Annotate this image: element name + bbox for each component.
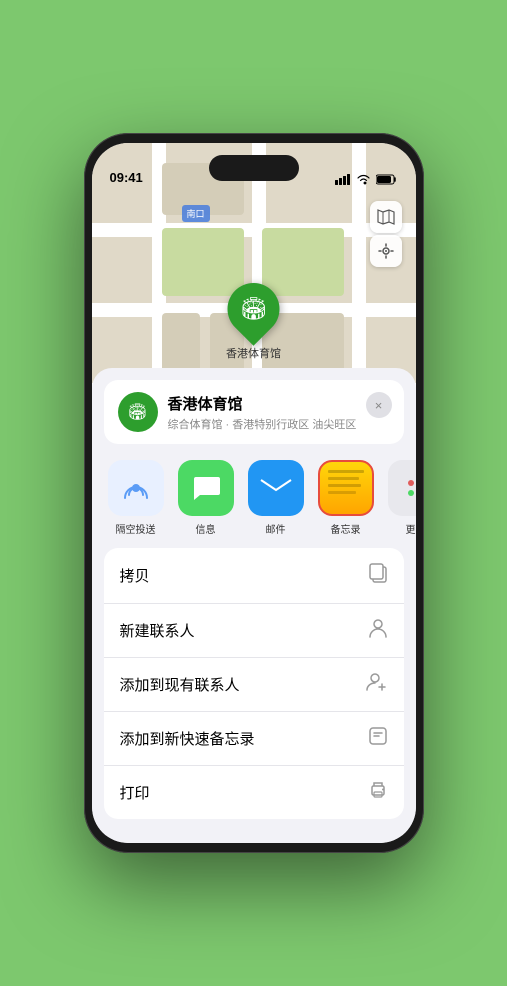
status-time: 09:41 [110, 170, 143, 185]
message-icon-wrap [178, 460, 234, 516]
bottom-sheet: 🏟 香港体育馆 综合体育馆 · 香港特别行政区 油尖旺区 × [92, 368, 416, 843]
mail-icon [260, 476, 292, 500]
location-btn[interactable] [370, 235, 402, 267]
more-icon-wrap [388, 460, 416, 516]
airdrop-icon-wrap [108, 460, 164, 516]
share-item-more[interactable]: 更多 [384, 460, 416, 536]
venue-logo: 🏟 [118, 392, 158, 432]
share-item-airdrop[interactable]: 隔空投送 [104, 460, 168, 536]
map-type-icon [377, 209, 395, 225]
mail-icon-wrap [248, 460, 304, 516]
share-item-message[interactable]: 信息 [174, 460, 238, 536]
battery-icon [376, 174, 398, 185]
status-icons [335, 174, 398, 185]
copy-icon [368, 562, 388, 589]
action-copy-label: 拷贝 [120, 565, 150, 586]
action-row-print[interactable]: 打印 [104, 766, 404, 819]
venue-pin: 🏟 香港体育馆 [226, 283, 281, 361]
person-add-icon [366, 672, 388, 697]
action-new-contact-label: 新建联系人 [120, 620, 195, 641]
map-type-btn[interactable] [370, 201, 402, 233]
notes-icon-wrap [318, 460, 374, 516]
action-row-add-contact[interactable]: 添加到现有联系人 [104, 658, 404, 712]
mail-label: 邮件 [266, 521, 286, 536]
notes-label: 备忘录 [331, 521, 361, 536]
message-label: 信息 [196, 521, 216, 536]
airdrop-label: 隔空投送 [116, 521, 156, 536]
action-row-copy[interactable]: 拷贝 [104, 548, 404, 604]
map-controls [370, 201, 402, 267]
pin-circle: 🏟 [217, 272, 291, 346]
person-icon [368, 618, 388, 643]
share-item-notes[interactable]: 备忘录 [314, 460, 378, 536]
action-print-label: 打印 [120, 782, 150, 803]
share-item-mail[interactable]: 邮件 [244, 460, 308, 536]
pin-venue-icon: 🏟 [240, 296, 268, 322]
location-icon [378, 243, 394, 259]
action-row-new-contact[interactable]: 新建联系人 [104, 604, 404, 658]
venue-subtitle: 综合体育馆 · 香港特别行政区 油尖旺区 [168, 416, 390, 432]
pin-label: 香港体育馆 [226, 345, 281, 361]
phone-frame: 09:41 [84, 133, 424, 853]
print-icon [368, 780, 388, 805]
wifi-status-icon [356, 174, 371, 185]
action-row-quick-note[interactable]: 添加到新快速备忘录 [104, 712, 404, 766]
map-label: 南口 [182, 205, 210, 222]
signal-icon [335, 174, 351, 185]
share-row: 隔空投送 信息 [92, 452, 416, 540]
close-button[interactable]: × [366, 392, 392, 418]
dynamic-island [209, 155, 299, 181]
venue-name: 香港体育馆 [168, 393, 390, 414]
airdrop-icon [121, 473, 151, 503]
message-icon [191, 474, 221, 502]
venue-info: 香港体育馆 综合体育馆 · 香港特别行政区 油尖旺区 [168, 393, 390, 432]
phone-screen: 09:41 [92, 143, 416, 843]
quick-note-icon [368, 726, 388, 751]
action-quick-note-label: 添加到新快速备忘录 [120, 728, 255, 749]
action-add-contact-label: 添加到现有联系人 [120, 674, 240, 695]
action-list: 拷贝 新建联系人 [104, 548, 404, 819]
more-label: 更多 [406, 521, 416, 536]
venue-card: 🏟 香港体育馆 综合体育馆 · 香港特别行政区 油尖旺区 × [104, 380, 404, 444]
